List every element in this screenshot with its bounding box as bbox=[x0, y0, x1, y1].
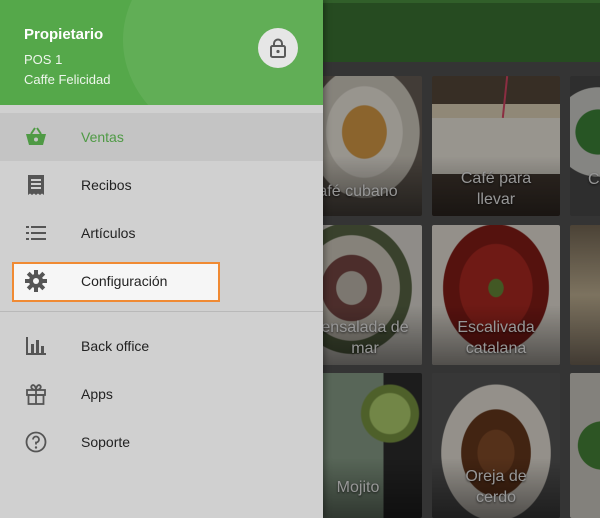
menu-item-articulos[interactable]: Artículos bbox=[0, 209, 323, 257]
owner-name: Propietario bbox=[24, 26, 104, 43]
lock-button[interactable] bbox=[258, 28, 298, 68]
menu-item-label: Back office bbox=[81, 338, 150, 354]
menu-item-label: Ventas bbox=[81, 129, 124, 145]
menu-item-label: Apps bbox=[81, 386, 113, 402]
gear-icon bbox=[24, 269, 48, 293]
drawer-menu: Ventas Recibos Artículos Configuración B… bbox=[0, 113, 323, 466]
menu-item-recibos[interactable]: Recibos bbox=[0, 161, 323, 209]
menu-item-ventas[interactable]: Ventas bbox=[0, 113, 323, 161]
basket-icon bbox=[24, 125, 48, 149]
gift-icon bbox=[24, 382, 48, 406]
menu-item-apps[interactable]: Apps bbox=[0, 370, 323, 418]
menu-divider bbox=[0, 311, 323, 312]
menu-item-back-office[interactable]: Back office bbox=[0, 322, 323, 370]
menu-item-label: Configuración bbox=[81, 273, 168, 289]
help-circle-icon bbox=[24, 430, 48, 454]
menu-item-label: Recibos bbox=[81, 177, 132, 193]
menu-item-label: Artículos bbox=[81, 225, 136, 241]
list-icon bbox=[24, 221, 48, 245]
bar-chart-icon bbox=[24, 334, 48, 358]
menu-item-configuracion[interactable]: Configuración bbox=[0, 257, 323, 305]
lock-icon bbox=[270, 38, 286, 58]
receipt-icon bbox=[24, 173, 48, 197]
navigation-drawer: Propietario POS 1 Caffe Felicidad Ventas bbox=[0, 0, 323, 518]
pos-name: POS 1 bbox=[24, 52, 63, 67]
menu-item-soporte[interactable]: Soporte bbox=[0, 418, 323, 466]
drawer-header: Propietario POS 1 Caffe Felicidad bbox=[0, 0, 323, 105]
menu-item-label: Soporte bbox=[81, 434, 131, 450]
store-name: Caffe Felicidad bbox=[24, 72, 111, 87]
